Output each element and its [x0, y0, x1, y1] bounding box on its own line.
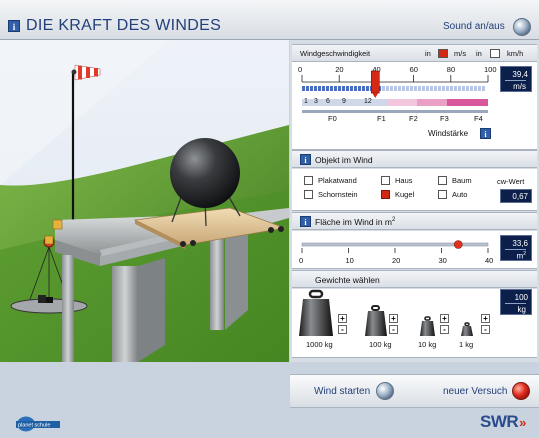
wind-scale-graphics [301, 75, 489, 83]
object-info-icon[interactable]: i [300, 154, 311, 165]
area-unit: m2 [505, 249, 526, 261]
weights-header: Gewichte wählen [292, 270, 537, 288]
unit-ms-checkbox[interactable] [438, 49, 448, 58]
weight-100kg-icon [365, 305, 387, 336]
weight-minus-button[interactable]: - [440, 325, 449, 334]
object-label: Objekt im Wind [315, 155, 373, 165]
sound-toggle-label: Sound an/aus [443, 21, 505, 32]
object-option-label: Haus [395, 176, 413, 185]
object-checkbox-haus[interactable] [381, 176, 390, 185]
unit-kmh-label: km/h [507, 49, 524, 58]
weight-label: 100 kg [369, 340, 392, 349]
unit-prefix-ms: in [425, 49, 431, 58]
action-bar: Wind starten neuer Versuch [290, 374, 539, 408]
info-icon[interactable]: i [8, 20, 20, 32]
wind-speed-unit: m/s [505, 80, 526, 91]
cw-value: 0,67 [512, 192, 528, 201]
force-label: F3 [440, 114, 449, 123]
object-header: i Objekt im Wind [292, 150, 537, 168]
area-body: 0 10 20 30 40 33,6 m2 [292, 231, 537, 269]
beaufort-number: 6 [326, 98, 330, 105]
wind-speed-header: Windgeschwindigkeit in m/s in km/h [292, 44, 537, 62]
cw-value-box: 0,67 [500, 189, 532, 203]
object-body: Plakatwand Haus Baum Schornstein Kugel Auto c… [292, 169, 537, 211]
weight-1kg-icon [461, 322, 473, 336]
cw-label: cw-Wert [497, 177, 525, 186]
wind-start-button[interactable] [376, 382, 394, 400]
wind-start-label: Wind starten [314, 386, 371, 397]
force-label: F4 [474, 114, 483, 123]
force-label: F1 [377, 114, 386, 123]
unit-prefix-kmh: in [476, 49, 482, 58]
windstaerke-label: Windstärke [428, 129, 469, 138]
area-label: Fläche im Wind in m2 [315, 217, 396, 227]
object-checkbox-schornstein[interactable] [304, 190, 313, 199]
wind-speed-value-box: 39,4 m/s [500, 66, 532, 92]
weight-minus-button[interactable]: - [338, 325, 347, 334]
weight-plus-button[interactable]: + [338, 314, 347, 323]
object-checkbox-plakatwand[interactable] [304, 176, 313, 185]
simulation-scene [0, 40, 289, 362]
planet-schule-logo: planet schule [16, 416, 60, 432]
object-checkbox-baum[interactable] [438, 176, 447, 185]
header: i DIE KRAFT DES WINDES Sound an/aus [0, 0, 539, 40]
wind-speed-value: 39,4 [512, 70, 528, 79]
beaufort-number: 1 [304, 98, 308, 105]
object-option-label: Plakatwand [318, 176, 357, 185]
reset-label: neuer Versuch [443, 386, 508, 397]
reset-button[interactable] [512, 382, 530, 400]
object-option-label: Schornstein [318, 190, 358, 199]
weight-plus-button[interactable]: + [440, 314, 449, 323]
area-info-icon[interactable]: i [300, 216, 311, 227]
wind-speed-body: 0 20 40 60 80 100 39,4 m/s 1 3 6 9 12 F0 F1 F2 F3 F4 … [292, 62, 537, 150]
area-slider-handle[interactable] [453, 240, 463, 249]
unit-kmh-checkbox[interactable] [490, 49, 500, 58]
area-value: 33,6 [512, 239, 528, 248]
page-title: DIE KRAFT DES WINDES [26, 17, 222, 34]
wind-speed-handle[interactable] [370, 70, 380, 98]
control-panel: Windgeschwindigkeit in m/s in km/h 0 20 40… [290, 40, 539, 362]
wind-speed-bar [302, 86, 485, 91]
area-header: i Fläche im Wind in m2 [292, 212, 537, 230]
beaufort-number: 9 [342, 98, 346, 105]
weight-plus-button[interactable]: + [389, 314, 398, 323]
weight-1000kg-icon [299, 289, 333, 336]
weight-label: 10 kg [418, 340, 437, 349]
windstaerke-info-icon[interactable]: i [480, 128, 491, 139]
app: i DIE KRAFT DES WINDES Sound an/aus Wind… [0, 0, 539, 438]
object-option-label: Baum [452, 176, 472, 185]
swr-logo: SWR» [480, 412, 526, 431]
weight-label: 1 kg [459, 340, 474, 349]
object-checkbox-auto[interactable] [438, 190, 447, 199]
weight-10kg-icon [420, 316, 435, 336]
footer: Wind starten neuer Versuch planet schule… [0, 362, 539, 438]
planet-schule-text: planet schule [18, 423, 50, 429]
object-checkbox-kugel[interactable] [381, 190, 390, 199]
wind-speed-label: Windgeschwindigkeit [300, 49, 371, 58]
object-option-label: Kugel [395, 190, 415, 199]
table-leg [62, 255, 74, 362]
weights-body: 100 kg + - 1000 kg + - 100 kg + - 10 kg … [292, 289, 537, 358]
weight-plus-button[interactable]: + [481, 314, 490, 323]
beaufort-number: 12 [364, 98, 372, 105]
weight-minus-button[interactable]: - [481, 325, 490, 334]
force-label: F0 [328, 114, 337, 123]
beaufort-number: 3 [314, 98, 318, 105]
object-option-label: Auto [452, 190, 468, 199]
sound-toggle-button[interactable] [513, 18, 531, 36]
weight-minus-button[interactable]: - [389, 325, 398, 334]
weight-label: 1000 kg [306, 340, 333, 349]
weights-label: Gewichte wählen [315, 275, 380, 285]
unit-ms-label: m/s [454, 49, 467, 58]
force-label: F2 [409, 114, 418, 123]
area-value-box: 33,6 m2 [500, 235, 532, 261]
